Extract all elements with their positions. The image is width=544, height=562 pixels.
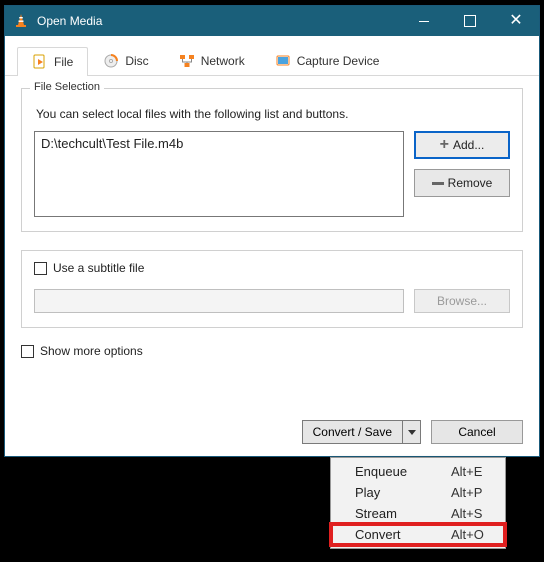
file-selection-group: File Selection You can select local file… bbox=[21, 88, 523, 232]
convert-save-main[interactable]: Convert / Save bbox=[303, 421, 402, 443]
window-title: Open Media bbox=[37, 14, 401, 28]
vlc-cone-icon bbox=[13, 13, 29, 29]
network-icon bbox=[179, 53, 195, 69]
browse-button: Browse... bbox=[414, 289, 510, 313]
open-media-window: Open Media ✕ File Disc Network bbox=[4, 5, 540, 457]
file-selection-legend: File Selection bbox=[30, 81, 104, 93]
menu-item-label: Enqueue bbox=[355, 464, 427, 479]
titlebar: Open Media ✕ bbox=[5, 6, 539, 36]
menu-item-shortcut: Alt+P bbox=[451, 485, 482, 500]
more-options-checkbox-row[interactable]: Show more options bbox=[21, 344, 143, 358]
cancel-button-label: Cancel bbox=[458, 425, 495, 439]
add-button[interactable]: + Add... bbox=[414, 131, 510, 159]
convert-save-menu: Enqueue Alt+E Play Alt+P Stream Alt+S Co… bbox=[330, 457, 506, 549]
menu-item-shortcut: Alt+O bbox=[451, 527, 484, 542]
minus-icon bbox=[432, 182, 444, 185]
tab-disc[interactable]: Disc bbox=[88, 46, 163, 75]
action-row: Convert / Save Cancel bbox=[302, 420, 523, 444]
window-controls: ✕ bbox=[401, 6, 539, 36]
more-options-label: Show more options bbox=[40, 344, 143, 358]
tab-file[interactable]: File bbox=[17, 47, 88, 76]
convert-save-dropdown-arrow[interactable] bbox=[402, 421, 420, 443]
tab-disc-label: Disc bbox=[125, 54, 148, 68]
menu-item-label: Convert bbox=[355, 527, 427, 542]
tab-network[interactable]: Network bbox=[164, 46, 260, 75]
tab-content: File Selection You can select local file… bbox=[5, 76, 539, 340]
maximize-button[interactable] bbox=[447, 6, 493, 36]
convert-save-button[interactable]: Convert / Save bbox=[302, 420, 421, 444]
disc-icon bbox=[103, 53, 119, 69]
file-selection-help: You can select local files with the foll… bbox=[36, 107, 508, 121]
subtitle-checkbox-label: Use a subtitle file bbox=[53, 261, 144, 275]
tab-capture-label: Capture Device bbox=[297, 54, 380, 68]
subtitle-checkbox[interactable] bbox=[34, 262, 47, 275]
menu-item-shortcut: Alt+S bbox=[451, 506, 482, 521]
subtitle-path-input bbox=[34, 289, 404, 313]
more-options-checkbox[interactable] bbox=[21, 345, 34, 358]
menu-item-stream[interactable]: Stream Alt+S bbox=[331, 503, 505, 524]
menu-item-shortcut: Alt+E bbox=[451, 464, 482, 479]
close-button[interactable]: ✕ bbox=[493, 6, 539, 36]
tab-file-label: File bbox=[54, 55, 73, 69]
menu-item-label: Play bbox=[355, 485, 427, 500]
more-options-row: Show more options bbox=[5, 340, 539, 358]
tab-capture[interactable]: Capture Device bbox=[260, 46, 395, 75]
browse-button-label: Browse... bbox=[437, 294, 487, 308]
menu-item-convert[interactable]: Convert Alt+O bbox=[331, 524, 505, 545]
add-button-label: Add... bbox=[453, 138, 484, 152]
file-play-icon bbox=[32, 54, 48, 70]
tab-bar: File Disc Network Capture Device bbox=[5, 36, 539, 76]
tab-network-label: Network bbox=[201, 54, 245, 68]
remove-button[interactable]: Remove bbox=[414, 169, 510, 197]
menu-item-play[interactable]: Play Alt+P bbox=[331, 482, 505, 503]
subtitle-checkbox-row[interactable]: Use a subtitle file bbox=[34, 261, 510, 275]
menu-item-label: Stream bbox=[355, 506, 427, 521]
file-list[interactable]: D:\techcult\Test File.m4b bbox=[34, 131, 404, 217]
subtitle-group: Use a subtitle file Browse... bbox=[21, 250, 523, 328]
capture-device-icon bbox=[275, 53, 291, 69]
minimize-button[interactable] bbox=[401, 6, 447, 36]
remove-button-label: Remove bbox=[448, 176, 493, 190]
plus-icon: + bbox=[440, 137, 449, 153]
menu-item-enqueue[interactable]: Enqueue Alt+E bbox=[331, 461, 505, 482]
convert-save-label: Convert / Save bbox=[313, 425, 392, 439]
file-list-item[interactable]: D:\techcult\Test File.m4b bbox=[41, 136, 397, 151]
cancel-button[interactable]: Cancel bbox=[431, 420, 523, 444]
